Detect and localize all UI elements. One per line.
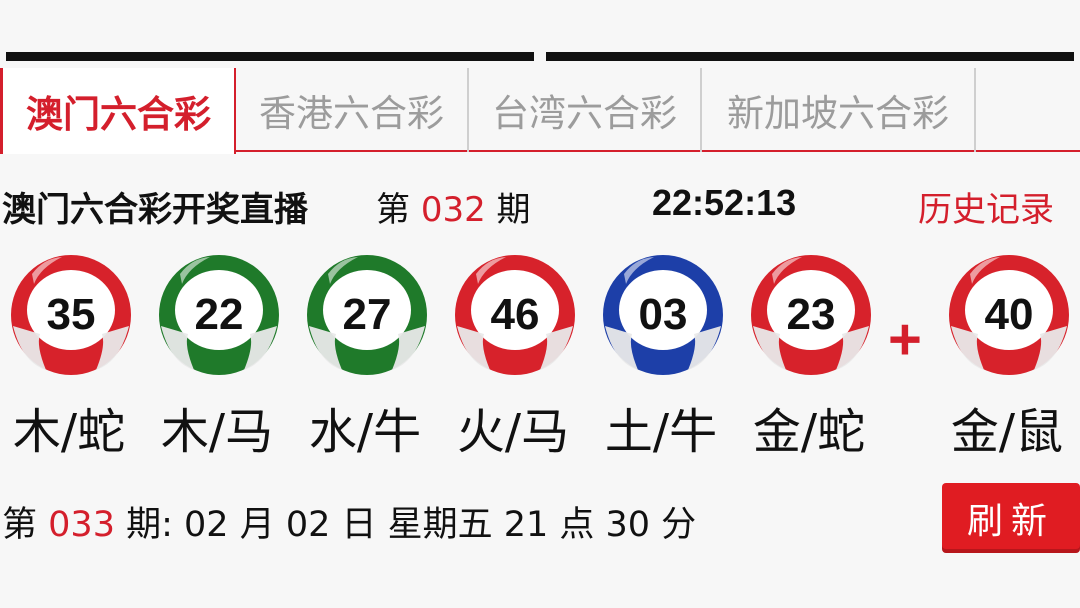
lottery-ball-3: 27: [306, 254, 428, 376]
ball-number: 22: [194, 290, 244, 339]
next-draw-info: 第 033 期: 02 月 02 日 星期五 21 点 30 分: [2, 496, 696, 547]
plus-sign: +: [888, 307, 922, 372]
lottery-ball-special: 40: [948, 254, 1070, 376]
issue-prefix: 第: [376, 190, 410, 230]
current-time: 22:52:13: [652, 182, 797, 223]
lottery-ball-1: 35: [10, 254, 132, 376]
lottery-ball-4: 46: [454, 254, 576, 376]
tab-singapore[interactable]: 新加坡六合彩: [702, 68, 976, 152]
next-issue-number: 033: [48, 505, 115, 545]
issue-suffix: 期: [496, 190, 531, 230]
next-issue-prefix: 第: [2, 505, 38, 545]
top-bar-right: [546, 52, 1074, 61]
lottery-ball-2: 22: [158, 254, 280, 376]
ball-number: 27: [342, 290, 392, 339]
current-issue: 第 032 期: [376, 182, 531, 231]
ball-number: 35: [46, 290, 96, 339]
ball-zodiac-label: 木/马: [160, 404, 274, 460]
ball-zodiac-label: 金/鼠: [950, 404, 1064, 460]
ball-number: 46: [490, 290, 540, 339]
lottery-tabs: 澳门六合彩 香港六合彩 台湾六合彩 新加坡六合彩: [0, 68, 1080, 154]
history-link[interactable]: 历史记录: [918, 182, 1054, 231]
lottery-ball-5: 03: [602, 254, 724, 376]
ball-number: 23: [786, 290, 836, 339]
tab-hongkong[interactable]: 香港六合彩: [236, 68, 469, 152]
tab-macau[interactable]: 澳门六合彩: [0, 68, 236, 154]
ball-zodiac-label: 土/牛: [604, 404, 718, 460]
ball-zodiac-label: 木/蛇: [12, 404, 126, 460]
tab-taiwan[interactable]: 台湾六合彩: [469, 68, 702, 152]
ball-zodiac-label: 水/牛: [308, 404, 422, 460]
ball-zodiac-label: 金/蛇: [752, 404, 866, 460]
issue-number: 032: [420, 190, 486, 230]
ball-number: 40: [984, 290, 1034, 339]
draw-info-row: 澳门六合彩开奖直播 第 032 期 22:52:13 历史记录: [0, 180, 1080, 230]
top-bar-left: [6, 52, 534, 61]
lottery-ball-6: 23: [750, 254, 872, 376]
ball-zodiac-label: 火/马: [456, 404, 570, 460]
ball-number: 03: [638, 290, 688, 339]
refresh-button[interactable]: 刷新: [942, 483, 1080, 553]
next-draw-time: 期: 02 月 02 日 星期五 21 点 30 分: [126, 505, 697, 545]
live-draw-title: 澳门六合彩开奖直播: [2, 190, 308, 230]
